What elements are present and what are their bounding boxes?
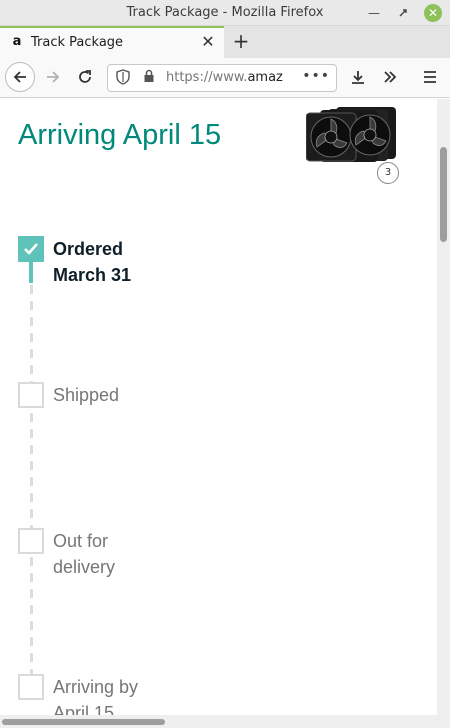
download-icon[interactable] bbox=[343, 62, 373, 92]
step-arriving-checkbox bbox=[18, 674, 44, 700]
horizontal-scrollbar[interactable] bbox=[0, 715, 437, 728]
tab-track-package[interactable]: a Track Package ✕ bbox=[0, 26, 224, 58]
vertical-scrollbar[interactable] bbox=[437, 99, 450, 728]
step-out-for-delivery-label: Out for delivery bbox=[53, 531, 116, 577]
overflow-chevron-icon[interactable] bbox=[375, 62, 405, 92]
close-tab-icon[interactable]: ✕ bbox=[198, 32, 218, 52]
lock-icon[interactable] bbox=[141, 69, 157, 87]
forward-icon[interactable] bbox=[38, 62, 68, 92]
vertical-scroll-thumb[interactable] bbox=[440, 147, 447, 242]
amazon-icon: a bbox=[12, 34, 22, 49]
tracking-protection-shield-icon[interactable] bbox=[114, 69, 132, 87]
step-shipped-label: Shipped bbox=[53, 385, 120, 405]
new-tab-icon[interactable]: + bbox=[229, 26, 253, 56]
step-out-for-delivery-checkbox bbox=[18, 528, 44, 554]
back-icon[interactable] bbox=[5, 62, 35, 92]
step-ordered-label: Ordered March 31 bbox=[53, 239, 132, 285]
reload-icon[interactable] bbox=[70, 62, 100, 92]
step-shipped-checkbox bbox=[18, 382, 44, 408]
tab-strip: a Track Package ✕ + bbox=[0, 26, 450, 58]
close-window-icon[interactable]: ✕ bbox=[424, 4, 442, 22]
hamburger-menu-icon[interactable] bbox=[415, 62, 445, 92]
progress-line-pending bbox=[30, 285, 33, 695]
step-ordered-checkbox bbox=[18, 236, 44, 262]
minimize-icon[interactable]: — bbox=[365, 4, 383, 22]
url-text[interactable]: https://www.amaz bbox=[166, 70, 306, 85]
nav-toolbar: https://www.amaz ••• bbox=[0, 58, 450, 98]
arrival-headline: Arriving April 15 bbox=[18, 119, 222, 151]
product-image[interactable] bbox=[305, 107, 398, 163]
address-bar[interactable]: https://www.amaz ••• bbox=[107, 64, 337, 92]
tab-label: Track Package bbox=[31, 35, 124, 50]
quantity-badge: 3 bbox=[377, 162, 399, 184]
progress-line-complete bbox=[29, 261, 33, 283]
maximize-icon[interactable] bbox=[394, 4, 412, 22]
page-actions-icon[interactable]: ••• bbox=[302, 68, 330, 84]
window-titlebar: Track Package - Mozilla Firefox — ✕ bbox=[0, 0, 450, 26]
horizontal-scroll-thumb[interactable] bbox=[2, 719, 165, 725]
page-content: Arriving April 15 3 Ordered March 31 Shi… bbox=[0, 99, 437, 728]
